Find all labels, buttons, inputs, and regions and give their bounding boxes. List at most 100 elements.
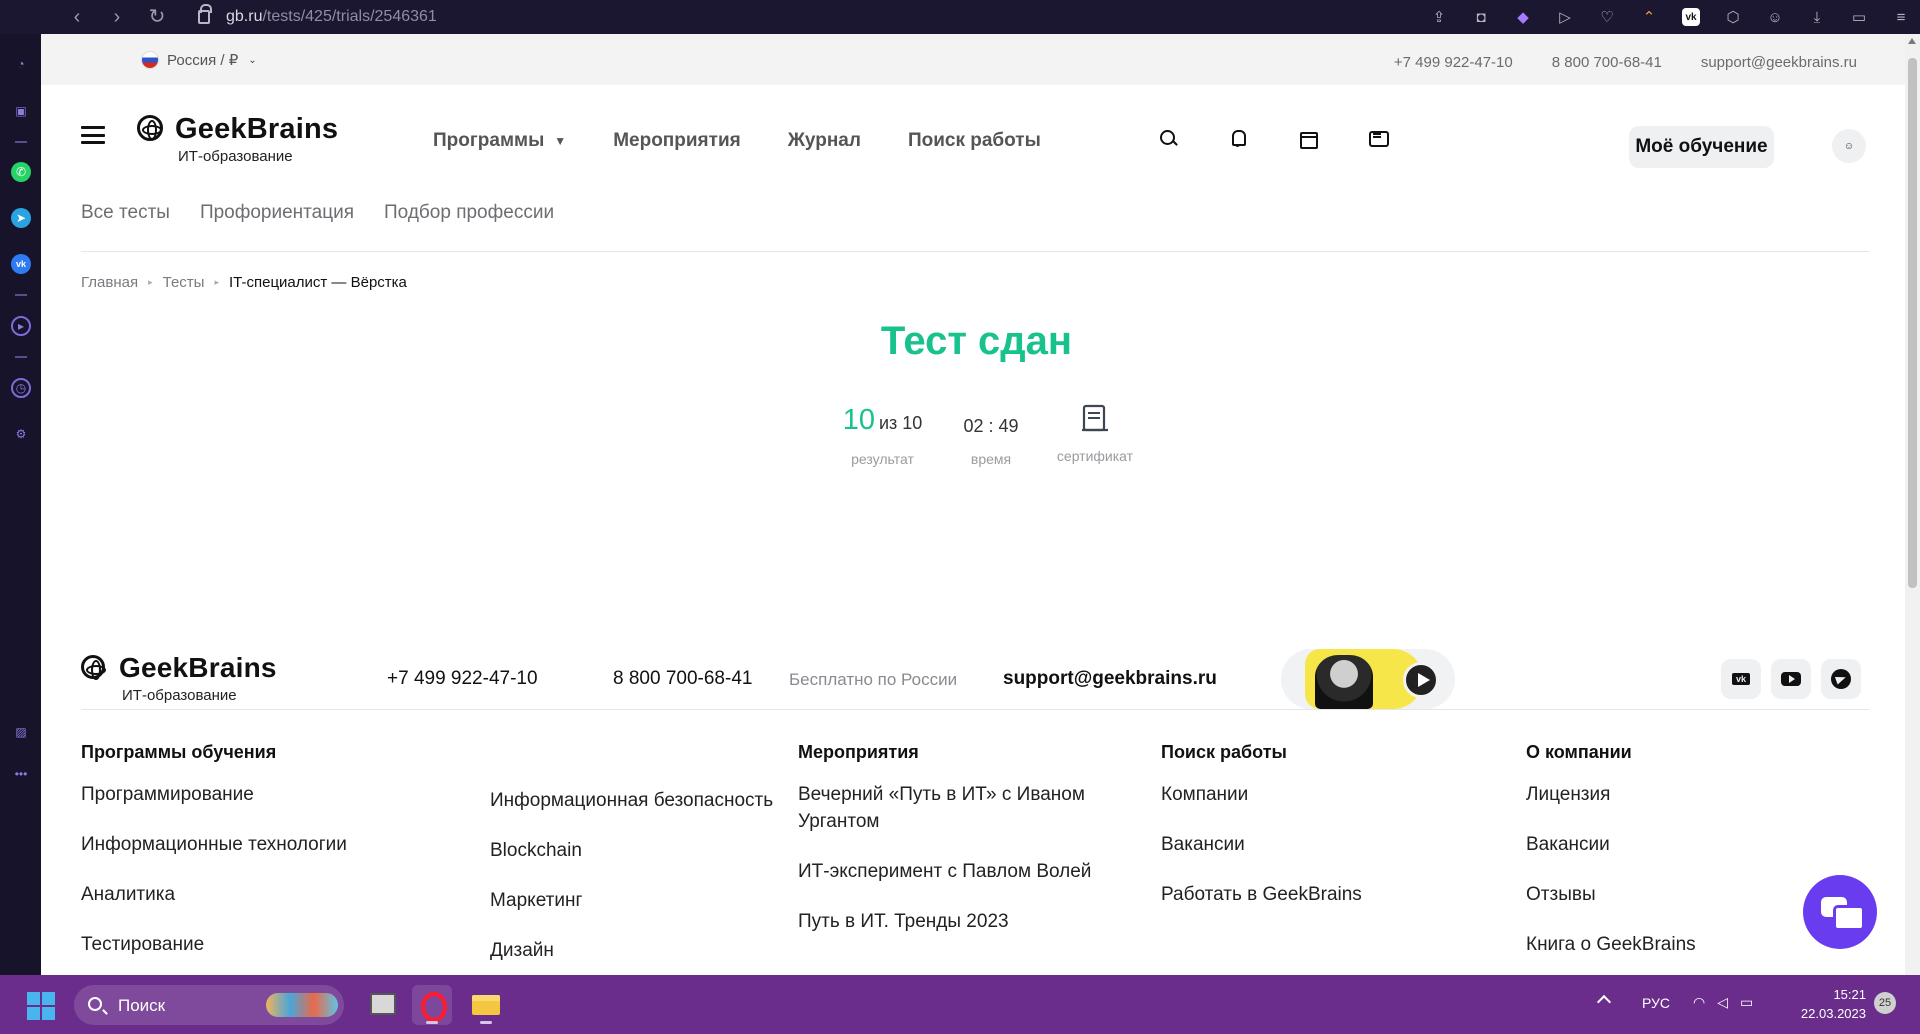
- footer-email[interactable]: support@geekbrains.ru: [1003, 668, 1217, 690]
- input-language[interactable]: РУС: [1642, 995, 1670, 1011]
- footer-link[interactable]: ИТ-эксперимент с Павлом Волей: [798, 858, 1108, 885]
- page-scrollbar[interactable]: [1905, 34, 1920, 975]
- opera-browser-icon[interactable]: [412, 985, 452, 1025]
- footer-link[interactable]: Вакансии: [1526, 831, 1786, 858]
- footer-phone-1[interactable]: +7 499 922-47-10: [387, 668, 538, 690]
- region-selector[interactable]: Россия / ₽ ⌄: [141, 51, 257, 69]
- footer-link[interactable]: Тестирование: [81, 931, 411, 958]
- my-learning-button[interactable]: Моё обучение: [1629, 126, 1774, 168]
- social-links: vk: [1721, 659, 1861, 699]
- send-icon[interactable]: ▷: [1556, 8, 1574, 26]
- footer-link[interactable]: Программирование: [81, 781, 411, 808]
- result-title: Тест сдан: [880, 319, 1073, 363]
- calendar-icon[interactable]: [1299, 129, 1318, 149]
- speed-dial-icon[interactable]: ◔: [11, 54, 31, 74]
- video-person-image: [1315, 655, 1373, 709]
- subnav-all-tests[interactable]: Все тесты: [81, 202, 170, 224]
- youtube-icon[interactable]: [1771, 659, 1811, 699]
- tray-overflow-icon[interactable]: [1596, 994, 1612, 1010]
- ai-chip-icon[interactable]: ▣: [11, 101, 31, 121]
- breadcrumb-separator-icon: ▸: [148, 277, 153, 287]
- telegram-social-icon[interactable]: [1821, 659, 1861, 699]
- address-bar[interactable]: gb.ru/tests/425/trials/2546361: [226, 8, 437, 26]
- reload-icon[interactable]: ↻: [146, 7, 168, 27]
- user-avatar-icon[interactable]: ☺: [1832, 129, 1866, 163]
- certificate-icon[interactable]: [1081, 404, 1109, 434]
- footer-link[interactable]: Вечерний «Путь в ИТ» с Иваном Ургантом: [798, 781, 1108, 835]
- footer-link[interactable]: Отзывы: [1526, 881, 1786, 908]
- footer-link[interactable]: Работать в GeekBrains: [1161, 881, 1461, 908]
- vk-icon[interactable]: vk: [11, 254, 31, 274]
- footer-link[interactable]: Путь в ИТ. Тренды 2023: [798, 908, 1108, 935]
- shield-icon[interactable]: ◆: [1514, 8, 1532, 26]
- footer-link[interactable]: Blockchain: [490, 837, 750, 864]
- breadcrumb-home[interactable]: Главная: [81, 274, 138, 291]
- nav-jobs[interactable]: Поиск работы: [908, 130, 1041, 152]
- footer-link[interactable]: Маркетинг: [490, 887, 750, 914]
- footer-col-title: Поиск работы: [1161, 742, 1287, 762]
- menu-icon[interactable]: ≡: [1892, 8, 1910, 26]
- footer-link[interactable]: Аналитика: [81, 881, 411, 908]
- settings-icon[interactable]: ⚙: [11, 424, 31, 444]
- taskbar-search[interactable]: Поиск: [74, 985, 344, 1025]
- play-icon[interactable]: [1403, 662, 1439, 698]
- telegram-icon[interactable]: ➤: [11, 208, 31, 228]
- back-icon[interactable]: ‹: [66, 7, 88, 27]
- footer-link[interactable]: Компании: [1161, 781, 1461, 808]
- hamburger-menu-icon[interactable]: [81, 126, 105, 144]
- video-thumbnail[interactable]: [1281, 649, 1455, 709]
- system-tray[interactable]: ◠ ◁ ▭: [1693, 994, 1753, 1011]
- wifi-icon: ◠: [1693, 994, 1706, 1010]
- heart-icon[interactable]: ♡: [1598, 8, 1616, 26]
- camera-icon[interactable]: ◘: [1472, 8, 1490, 26]
- browser-toolbar: ‹ › ↻ gb.ru/tests/425/trials/2546361 ⇪ ◘…: [0, 0, 1920, 34]
- breadcrumb-tests[interactable]: Тесты: [163, 274, 205, 291]
- notification-badge[interactable]: 25: [1874, 992, 1896, 1014]
- nav-programs[interactable]: Программы ▼: [433, 130, 566, 152]
- nav-journal[interactable]: Журнал: [788, 130, 861, 152]
- subnav-career-guidance[interactable]: Профориентация: [200, 202, 354, 224]
- search-icon[interactable]: [1159, 129, 1177, 147]
- whatsapp-icon[interactable]: ✆: [11, 162, 31, 182]
- windows-taskbar: Поиск РУС ◠ ◁ ▭ 15:21 22.03.2023 25: [0, 975, 1920, 1034]
- footer-link[interactable]: Книга о GeekBrains: [1526, 931, 1786, 958]
- top-email[interactable]: support@geekbrains.ru: [1701, 54, 1857, 71]
- footer-phone-2[interactable]: 8 800 700-68-41: [613, 668, 752, 690]
- download-icon[interactable]: ⤓: [1808, 8, 1826, 26]
- caret-down-icon: ▼: [554, 133, 567, 148]
- lock-icon[interactable]: [198, 4, 212, 24]
- more-icon[interactable]: •••: [11, 764, 31, 784]
- chat-widget-button[interactable]: [1803, 875, 1877, 949]
- footer-link[interactable]: Информационная безопасность: [490, 787, 773, 814]
- nav-events[interactable]: Мероприятия: [613, 130, 741, 152]
- scrollbar-thumb[interactable]: [1908, 58, 1917, 588]
- footer-link[interactable]: Лицензия: [1526, 781, 1786, 808]
- scroll-up-icon[interactable]: [1908, 38, 1916, 44]
- certificate-stat[interactable]: сертификат: [1047, 404, 1143, 464]
- breadcrumb-current: IT-специалист — Вёрстка: [228, 274, 407, 291]
- forward-icon[interactable]: ›: [106, 7, 128, 27]
- battery-icon[interactable]: ▭: [1850, 8, 1868, 26]
- vk-social-icon[interactable]: vk: [1721, 659, 1761, 699]
- share-icon[interactable]: ⇪: [1430, 8, 1448, 26]
- top-phone-2[interactable]: 8 800 700-68-41: [1552, 54, 1662, 71]
- windows-start-icon[interactable]: [27, 992, 55, 1020]
- gallery-icon[interactable]: ▨: [11, 722, 31, 742]
- time-stat: 02 : 49 время: [943, 404, 1039, 467]
- taskbar-clock[interactable]: 15:21 22.03.2023: [1792, 985, 1866, 1023]
- footer-link[interactable]: Информационные технологии: [81, 831, 411, 858]
- cube-icon[interactable]: ⬡: [1724, 8, 1742, 26]
- footer-link[interactable]: Вакансии: [1161, 831, 1461, 858]
- player-icon[interactable]: ▸: [11, 316, 31, 336]
- file-explorer-icon[interactable]: [466, 985, 506, 1025]
- extension-icon[interactable]: ⌃: [1640, 8, 1658, 26]
- vk-extension-icon[interactable]: vk: [1682, 8, 1700, 26]
- profile-icon[interactable]: ☺: [1766, 8, 1784, 26]
- footer-link[interactable]: Дизайн: [490, 937, 750, 964]
- subnav-profession-match[interactable]: Подбор профессии: [384, 202, 554, 224]
- top-phone-1[interactable]: +7 499 922-47-10: [1394, 54, 1513, 71]
- task-view-icon[interactable]: [362, 985, 402, 1025]
- messages-icon[interactable]: [1369, 129, 1389, 147]
- bell-icon[interactable]: [1229, 129, 1247, 147]
- history-icon[interactable]: ◷: [11, 378, 31, 398]
